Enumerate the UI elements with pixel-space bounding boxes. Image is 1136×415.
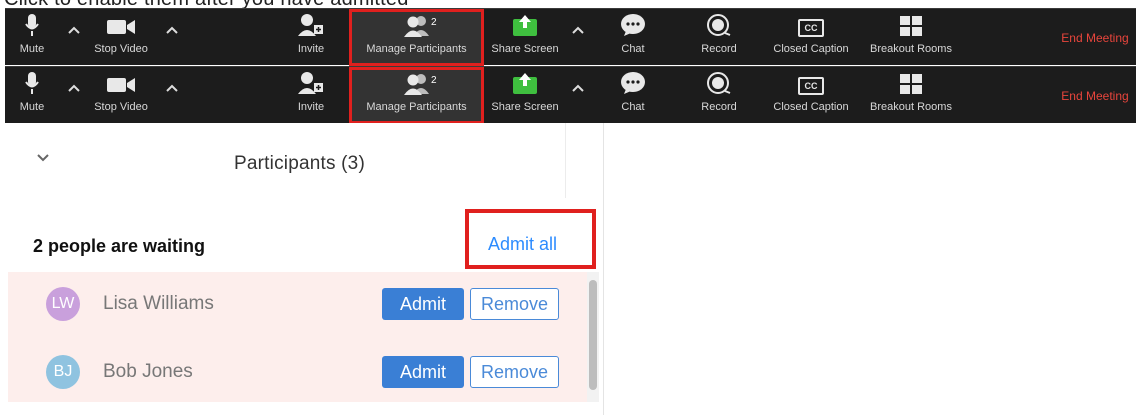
breakout-rooms-icon	[899, 67, 923, 97]
share-screen-icon	[511, 9, 539, 39]
breakout-rooms-icon	[899, 9, 923, 39]
breakout-rooms-button[interactable]: Breakout Rooms	[863, 67, 959, 124]
chat-button[interactable]: Chat	[613, 67, 653, 124]
microphone-icon	[24, 9, 40, 39]
participant-count-badge: 2	[431, 75, 437, 86]
record-label: Record	[701, 101, 737, 113]
closed-caption-icon: CC	[798, 9, 824, 39]
chat-button[interactable]: Chat	[613, 9, 653, 66]
remove-button[interactable]: Remove	[470, 288, 559, 320]
chat-label: Chat	[621, 101, 645, 113]
chevron-up-icon[interactable]	[67, 81, 81, 95]
chat-bubble-icon	[620, 9, 646, 39]
manage-participants-label: Manage Participants	[366, 101, 467, 113]
manage-participants-button[interactable]: Manage Participants 2	[349, 9, 484, 66]
share-screen-label: Share Screen	[491, 101, 559, 113]
admit-button[interactable]: Admit	[382, 288, 464, 320]
manage-participants-content: Manage Participants	[352, 67, 481, 124]
admit-button[interactable]: Admit	[382, 356, 464, 388]
record-label: Record	[701, 43, 737, 55]
list-item: BJ Bob Jones Admit Remove	[8, 340, 588, 402]
video-camera-icon	[106, 67, 136, 97]
stop-video-button[interactable]: Stop Video	[89, 67, 153, 124]
record-button[interactable]: Record	[697, 67, 741, 124]
chevron-up-icon[interactable]	[571, 81, 585, 95]
closed-caption-label: Closed Caption	[773, 101, 849, 113]
breakout-rooms-button[interactable]: Breakout Rooms	[863, 9, 959, 66]
record-icon	[705, 9, 733, 39]
end-meeting-label: End Meeting	[1061, 30, 1129, 45]
scrollbar-thumb[interactable]	[589, 280, 597, 390]
mute-button[interactable]: Mute	[11, 67, 53, 124]
chat-bubble-icon	[620, 67, 646, 97]
closed-caption-button[interactable]: CC Closed Caption	[765, 9, 857, 66]
participant-name: Lisa Williams	[103, 293, 214, 314]
header-divider	[565, 123, 566, 198]
admit-all-button[interactable]: Admit all	[488, 234, 557, 255]
remove-button[interactable]: Remove	[470, 356, 559, 388]
chat-label: Chat	[621, 43, 645, 55]
mute-label: Mute	[19, 43, 45, 55]
manage-participants-label: Manage Participants	[366, 43, 467, 55]
share-screen-label: Share Screen	[491, 43, 559, 55]
cc-badge: CC	[798, 77, 824, 95]
cc-badge: CC	[798, 19, 824, 37]
end-meeting-button[interactable]: End Meeting	[1055, 9, 1135, 66]
closed-caption-icon: CC	[798, 67, 824, 97]
invite-button[interactable]: Invite	[289, 9, 333, 66]
add-user-icon	[297, 67, 325, 97]
end-meeting-label: End Meeting	[1061, 88, 1129, 103]
stop-video-button[interactable]: Stop Video	[89, 9, 153, 66]
avatar: LW	[46, 287, 80, 321]
mute-button[interactable]: Mute	[11, 9, 53, 66]
invite-label: Invite	[297, 101, 325, 113]
chevron-up-icon[interactable]	[67, 23, 81, 37]
manage-participants-content: Manage Participants	[352, 9, 481, 66]
share-screen-button[interactable]: Share Screen	[487, 67, 563, 124]
participants-title: Participants (3)	[234, 153, 365, 174]
share-screen-button[interactable]: Share Screen	[487, 9, 563, 66]
invite-label: Invite	[297, 43, 325, 55]
breakout-rooms-label: Breakout Rooms	[870, 101, 952, 113]
manage-participants-button[interactable]: Manage Participants 2	[349, 67, 484, 124]
breakout-rooms-label: Breakout Rooms	[870, 43, 952, 55]
zoom-screenshot: Click to enable them after you have admi…	[0, 0, 1136, 415]
end-meeting-button[interactable]: End Meeting	[1055, 67, 1135, 124]
avatar: BJ	[46, 355, 80, 389]
closed-caption-label: Closed Caption	[773, 43, 849, 55]
panel-border	[603, 123, 604, 415]
caption-text: Click to enable them after you have admi…	[4, 0, 409, 8]
microphone-icon	[24, 67, 40, 97]
meeting-toolbar-1: Mute Stop Video Invite Manage Participan…	[5, 8, 1136, 66]
chevron-up-icon[interactable]	[165, 81, 179, 95]
participant-name: Bob Jones	[103, 361, 193, 382]
chevron-up-icon[interactable]	[571, 23, 585, 37]
list-item: LW Lisa Williams Admit Remove	[8, 272, 588, 334]
add-user-icon	[297, 9, 325, 39]
participants-icon	[402, 67, 432, 97]
participant-count-badge: 2	[431, 17, 437, 28]
participants-icon	[402, 9, 432, 39]
waiting-list: LW Lisa Williams Admit Remove BJ Bob Jon…	[8, 272, 588, 402]
waiting-list-scrollbar[interactable]	[587, 272, 599, 402]
video-camera-icon	[106, 9, 136, 39]
share-screen-icon	[511, 67, 539, 97]
collapse-chevron-icon[interactable]	[35, 150, 53, 162]
mute-label: Mute	[19, 101, 45, 113]
invite-button[interactable]: Invite	[289, 67, 333, 124]
closed-caption-button[interactable]: CC Closed Caption	[765, 67, 857, 124]
waiting-room-count: 2 people are waiting	[33, 236, 206, 256]
chevron-up-icon[interactable]	[165, 23, 179, 37]
stop-video-label: Stop Video	[94, 101, 148, 113]
cropped-caption: Click to enable them after you have admi…	[0, 0, 1136, 8]
meeting-toolbar-2: Mute Stop Video Invite Manage Participan…	[5, 66, 1136, 124]
stop-video-label: Stop Video	[94, 43, 148, 55]
record-icon	[705, 67, 733, 97]
record-button[interactable]: Record	[697, 9, 741, 66]
participants-panel: Participants (3) 2 people are waiting Ad…	[5, 123, 604, 415]
